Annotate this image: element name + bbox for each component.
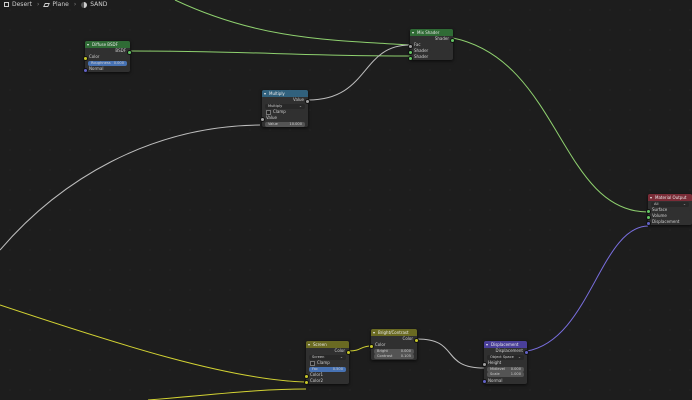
node-header[interactable]: Bright/Contrast bbox=[371, 329, 417, 336]
diffuse-bsdf-node[interactable]: Diffuse BSDF BSDF Color Roughness0.000 N… bbox=[83, 41, 132, 73]
socket-row-value-out: Value bbox=[262, 97, 310, 104]
socket-row-color2: Color2 bbox=[304, 378, 349, 385]
breadcrumb-object[interactable]: Desert bbox=[12, 1, 32, 8]
operation-dropdown[interactable]: Multiply ⌄ bbox=[265, 103, 305, 109]
input-socket[interactable] bbox=[83, 55, 88, 61]
node-header[interactable]: Material Output bbox=[648, 194, 692, 201]
space-dropdown[interactable]: Object Space ⌄ bbox=[487, 354, 524, 360]
breadcrumb: Desert › Plane › SAND bbox=[4, 0, 107, 9]
socket-row-color-in: Color bbox=[369, 342, 417, 349]
link-disp-to-output bbox=[526, 225, 649, 352]
node-header[interactable]: Displacement bbox=[484, 341, 527, 348]
multiply-node[interactable]: Multiply Value Multiply⌄ Clamp Value Val… bbox=[260, 90, 310, 127]
input-socket[interactable] bbox=[260, 116, 265, 122]
chevron-down-icon: ⌄ bbox=[517, 354, 521, 359]
material-output-node[interactable]: Material Output All⌄ Surface Volume Disp… bbox=[646, 194, 692, 226]
fac-field[interactable]: Fac 0.500 bbox=[309, 366, 346, 372]
socket-row-displacement-out: Displacement bbox=[484, 348, 529, 355]
input-socket[interactable] bbox=[482, 361, 487, 367]
chevron-right-icon: › bbox=[36, 1, 40, 8]
input-socket[interactable] bbox=[646, 220, 651, 226]
contrast-field[interactable]: Contrast 0.105 bbox=[374, 354, 414, 359]
output-socket[interactable] bbox=[346, 349, 351, 355]
link-top-to-mix bbox=[174, 0, 411, 46]
blend-mode-dropdown[interactable]: Screen ⌄ bbox=[309, 354, 346, 360]
output-socket[interactable] bbox=[305, 98, 310, 104]
bright-field[interactable]: Bright 0.000 bbox=[374, 348, 414, 354]
chevron-right-icon: › bbox=[73, 1, 77, 8]
input-socket[interactable] bbox=[482, 379, 487, 384]
node-header[interactable]: Mix Shader bbox=[410, 29, 453, 36]
link-diffuse-to-mix bbox=[129, 50, 411, 57]
output-socket[interactable] bbox=[524, 349, 529, 355]
breadcrumb-material[interactable]: SAND bbox=[90, 1, 107, 8]
node-header[interactable]: Screen bbox=[306, 341, 349, 348]
socket-row-value-in: Value bbox=[260, 115, 308, 122]
link-in-to-screen-color2 bbox=[147, 388, 307, 400]
socket-row-shader2: Shader bbox=[408, 54, 453, 61]
socket-row-color-out: Color bbox=[306, 348, 351, 355]
socket-row-normal: Normal bbox=[83, 66, 130, 73]
mesh-icon bbox=[43, 2, 51, 7]
chevron-down-icon: ⌄ bbox=[339, 354, 343, 359]
socket-row-color: Color bbox=[83, 54, 130, 61]
link-in-to-multiply bbox=[0, 124, 261, 251]
input-socket[interactable] bbox=[304, 379, 309, 385]
chevron-down-icon: ⌄ bbox=[298, 103, 302, 108]
checkbox-icon[interactable] bbox=[310, 360, 315, 366]
value-field[interactable]: Value 10.000 bbox=[265, 121, 305, 127]
socket-row-height: Height bbox=[482, 360, 527, 367]
input-socket[interactable] bbox=[408, 55, 413, 61]
checkbox-icon[interactable] bbox=[266, 109, 271, 115]
scale-field[interactable]: Scale 1.000 bbox=[487, 372, 524, 377]
link-mix-to-output bbox=[452, 37, 649, 213]
clamp-checkbox[interactable]: Clamp bbox=[306, 360, 349, 366]
link-screen-to-bc bbox=[348, 345, 372, 352]
socket-row-displacement: Displacement bbox=[646, 219, 692, 226]
link-in-to-screen-color1 bbox=[0, 304, 307, 383]
socket-row-normal: Normal bbox=[482, 378, 527, 384]
mix-shader-node[interactable]: Mix Shader Shader Fac Shader Shader bbox=[408, 29, 455, 61]
displacement-node[interactable]: Displacement Displacement Object Space⌄ … bbox=[482, 341, 529, 384]
breadcrumb-mesh[interactable]: Plane bbox=[52, 1, 68, 8]
material-icon bbox=[81, 1, 88, 8]
input-socket[interactable] bbox=[369, 343, 374, 349]
midlevel-field[interactable]: Midlevel 0.000 bbox=[487, 366, 524, 372]
node-header[interactable]: Multiply bbox=[262, 90, 308, 97]
roughness-field[interactable]: Roughness 0.000 bbox=[88, 60, 127, 66]
node-header[interactable]: Diffuse BSDF bbox=[85, 41, 130, 48]
target-dropdown[interactable]: All ⌄ bbox=[651, 201, 689, 207]
input-socket[interactable] bbox=[83, 67, 88, 73]
link-multiply-to-mix-fac bbox=[307, 44, 411, 101]
link-bc-to-disp bbox=[416, 338, 485, 369]
screen-node[interactable]: Screen Color Screen⌄ Clamp Fac0.500 Colo… bbox=[304, 341, 351, 385]
chevron-down-icon: ⌄ bbox=[682, 201, 686, 206]
bright-contrast-node[interactable]: Bright/Contrast Color Color Bright0.000 … bbox=[369, 329, 419, 360]
object-icon bbox=[4, 2, 9, 7]
